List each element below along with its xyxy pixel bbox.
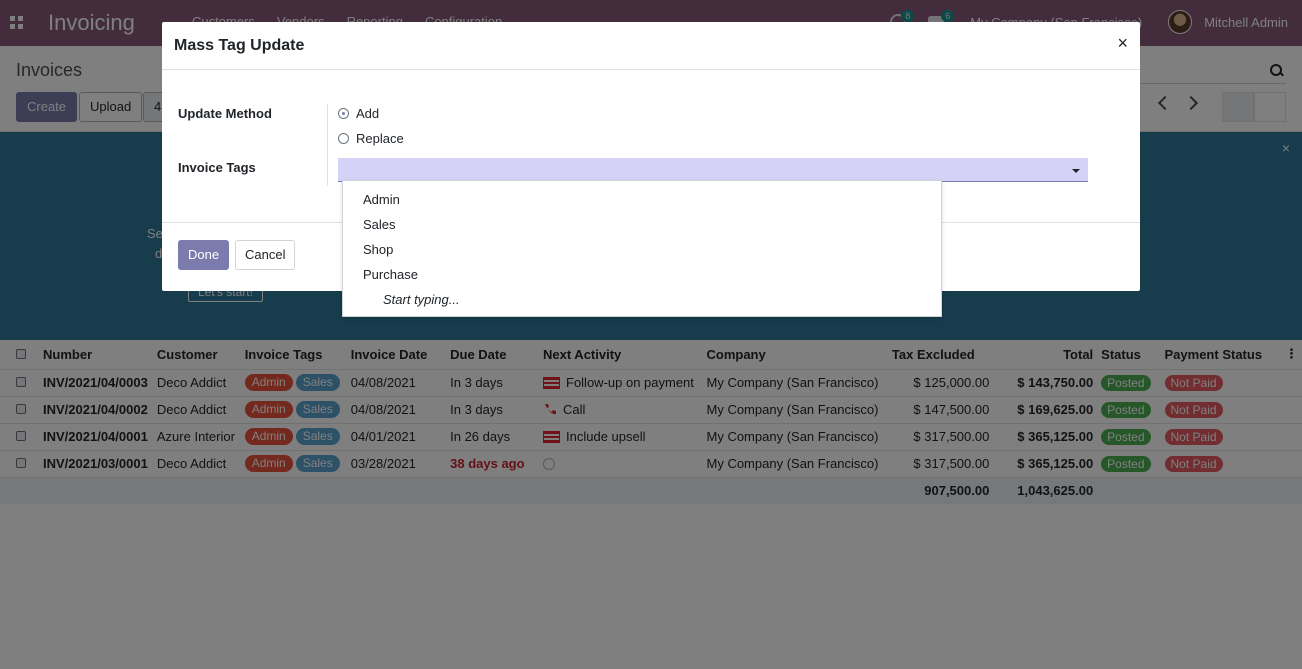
dropdown-item-admin[interactable]: Admin [343,187,941,212]
dialog-header: Mass Tag Update × [162,22,1140,70]
invoice-tags-input[interactable] [341,161,1061,179]
chevron-down-icon[interactable] [1072,169,1080,173]
dialog-title: Mass Tag Update [174,37,305,54]
dropdown-hint: Start typing... [383,292,460,307]
dropdown-item-sales[interactable]: Sales [343,212,941,237]
tags-autocomplete-dropdown: Admin Sales Shop Purchase Start typing..… [342,180,942,317]
invoice-tags-label: Invoice Tags [178,160,256,175]
radio-option-replace[interactable]: Replace [338,131,404,146]
radio-add[interactable] [338,108,349,119]
update-method-label: Update Method [178,106,272,121]
radio-replace[interactable] [338,133,349,144]
cancel-button[interactable]: Cancel [235,240,296,270]
field-separator [327,104,328,186]
close-icon[interactable]: × [1117,34,1128,52]
radio-option-add[interactable]: Add [338,106,379,121]
dropdown-item-purchase[interactable]: Purchase [343,262,941,287]
invoice-tags-field[interactable] [338,158,1088,182]
done-button[interactable]: Done [178,240,230,270]
radio-replace-label[interactable]: Replace [356,131,404,146]
dropdown-item-shop[interactable]: Shop [343,237,941,262]
radio-add-label[interactable]: Add [356,106,379,121]
